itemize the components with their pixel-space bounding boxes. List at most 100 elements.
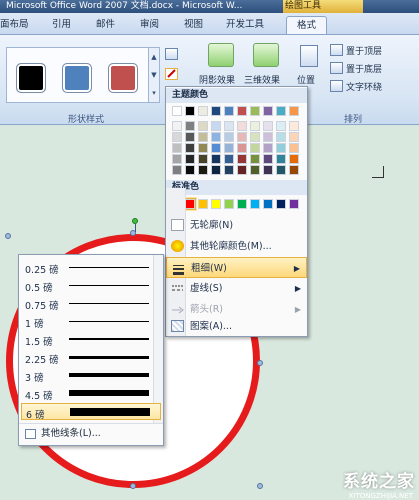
- weight-option[interactable]: 2.25 磅: [21, 349, 161, 366]
- theme-color-cell[interactable]: [185, 106, 195, 116]
- theme-shade-cell[interactable]: [172, 154, 182, 164]
- theme-shade-cell[interactable]: [185, 132, 195, 142]
- standard-color-cell[interactable]: [211, 199, 221, 209]
- pattern-item[interactable]: 图案(A)...: [166, 316, 307, 337]
- style-swatch-red[interactable]: [108, 63, 138, 93]
- theme-shade-cell[interactable]: [276, 154, 286, 164]
- resize-handle[interactable]: [257, 360, 263, 366]
- theme-shade-cell[interactable]: [237, 154, 247, 164]
- theme-shade-cell[interactable]: [263, 165, 273, 175]
- theme-shade-cell[interactable]: [276, 165, 286, 175]
- theme-shade-cell[interactable]: [198, 121, 208, 131]
- theme-shade-cell[interactable]: [211, 121, 221, 131]
- weight-item[interactable]: 粗细(W) ▶: [166, 257, 307, 278]
- style-swatch-black[interactable]: [16, 63, 46, 93]
- theme-color-cell[interactable]: [224, 106, 234, 116]
- theme-shade-cell[interactable]: [289, 143, 299, 153]
- text-wrap-label[interactable]: 文字环绕: [346, 80, 382, 93]
- more-lines-item[interactable]: 其他线条(L)...: [23, 426, 161, 442]
- theme-shade-cell[interactable]: [172, 121, 182, 131]
- theme-shade-cell[interactable]: [198, 165, 208, 175]
- theme-shade-cell[interactable]: [289, 132, 299, 142]
- tab-page-layout[interactable]: 面布局: [0, 16, 29, 34]
- theme-shade-cell[interactable]: [237, 165, 247, 175]
- theme-shade-cell[interactable]: [263, 154, 273, 164]
- theme-shade-cell[interactable]: [198, 143, 208, 153]
- theme-shade-cell[interactable]: [276, 121, 286, 131]
- theme-color-cell[interactable]: [211, 106, 221, 116]
- theme-shade-cell[interactable]: [198, 154, 208, 164]
- weight-option[interactable]: 3 磅: [21, 367, 161, 384]
- theme-shade-cell[interactable]: [289, 165, 299, 175]
- standard-color-cell[interactable]: [276, 199, 286, 209]
- resize-handle[interactable]: [257, 483, 263, 489]
- theme-shade-cell[interactable]: [198, 132, 208, 142]
- weight-option[interactable]: 0.25 磅: [21, 259, 161, 276]
- shadow-effect-button[interactable]: [208, 43, 234, 67]
- tab-mailings[interactable]: 邮件: [96, 16, 115, 34]
- standard-color-cell[interactable]: [289, 199, 299, 209]
- standard-color-cell[interactable]: [263, 199, 273, 209]
- theme-shade-cell[interactable]: [237, 143, 247, 153]
- bring-front-icon[interactable]: [330, 44, 343, 56]
- more-outline-colors-item[interactable]: 其他轮廓颜色(M)...: [166, 236, 307, 257]
- tab-view[interactable]: 视图: [184, 16, 203, 34]
- send-back-label[interactable]: 置于底层: [346, 62, 382, 75]
- send-back-icon[interactable]: [330, 62, 343, 74]
- tab-format[interactable]: 格式: [286, 16, 328, 34]
- standard-color-cell[interactable]: [184, 198, 196, 210]
- weight-option[interactable]: 1 磅: [21, 313, 161, 330]
- theme-shade-cell[interactable]: [224, 121, 234, 131]
- weight-option[interactable]: 0.5 磅: [21, 277, 161, 294]
- style-swatch-blue[interactable]: [62, 63, 92, 93]
- fill-bucket-icon[interactable]: [165, 48, 178, 60]
- theme-shade-cell[interactable]: [172, 165, 182, 175]
- threed-effect-button[interactable]: [253, 43, 279, 67]
- theme-shade-cell[interactable]: [224, 154, 234, 164]
- theme-shade-cell[interactable]: [263, 121, 273, 131]
- theme-shade-cell[interactable]: [250, 143, 260, 153]
- standard-color-cell[interactable]: [237, 199, 247, 209]
- theme-color-cell[interactable]: [198, 106, 208, 116]
- weight-option[interactable]: 4.5 磅: [21, 385, 161, 402]
- standard-color-cell[interactable]: [224, 199, 234, 209]
- gallery-scroll[interactable]: ▲ ▼ ▾: [148, 47, 160, 103]
- dashes-item[interactable]: 虚线(S) ▶: [166, 278, 307, 299]
- theme-shade-cell[interactable]: [250, 132, 260, 142]
- bring-front-label[interactable]: 置于顶层: [346, 44, 382, 57]
- theme-shade-cell[interactable]: [172, 143, 182, 153]
- theme-shade-cell[interactable]: [185, 165, 195, 175]
- theme-shade-cell[interactable]: [250, 165, 260, 175]
- theme-shade-cell[interactable]: [263, 132, 273, 142]
- theme-shade-cell[interactable]: [172, 132, 182, 142]
- theme-shade-cell[interactable]: [224, 143, 234, 153]
- theme-shade-cell[interactable]: [263, 143, 273, 153]
- text-wrap-icon[interactable]: [330, 80, 343, 92]
- theme-color-cell[interactable]: [263, 106, 273, 116]
- tab-references[interactable]: 引用: [52, 16, 71, 34]
- theme-color-cell[interactable]: [250, 106, 260, 116]
- weight-option[interactable]: 0.75 磅: [21, 295, 161, 312]
- theme-shade-cell[interactable]: [185, 121, 195, 131]
- outline-pen-icon[interactable]: [165, 68, 178, 80]
- weight-option[interactable]: 6 磅: [21, 403, 161, 421]
- theme-shade-cell[interactable]: [224, 165, 234, 175]
- resize-handle[interactable]: [130, 483, 136, 489]
- theme-shade-cell[interactable]: [185, 143, 195, 153]
- theme-shade-cell[interactable]: [276, 143, 286, 153]
- theme-shade-cell[interactable]: [250, 121, 260, 131]
- theme-shade-cell[interactable]: [237, 121, 247, 131]
- theme-shade-cell[interactable]: [211, 165, 221, 175]
- tab-review[interactable]: 审阅: [140, 16, 159, 34]
- resize-handle[interactable]: [5, 233, 11, 239]
- tab-developer[interactable]: 开发工具: [226, 16, 264, 34]
- theme-shade-cell[interactable]: [224, 132, 234, 142]
- no-outline-item[interactable]: 无轮廓(N): [166, 215, 307, 236]
- standard-color-cell[interactable]: [198, 199, 208, 209]
- position-icon[interactable]: [300, 45, 318, 67]
- theme-shade-cell[interactable]: [237, 132, 247, 142]
- theme-shade-cell[interactable]: [289, 121, 299, 131]
- weight-option[interactable]: 1.5 磅: [21, 331, 161, 348]
- theme-color-cell[interactable]: [289, 106, 299, 116]
- theme-color-cell[interactable]: [172, 106, 182, 116]
